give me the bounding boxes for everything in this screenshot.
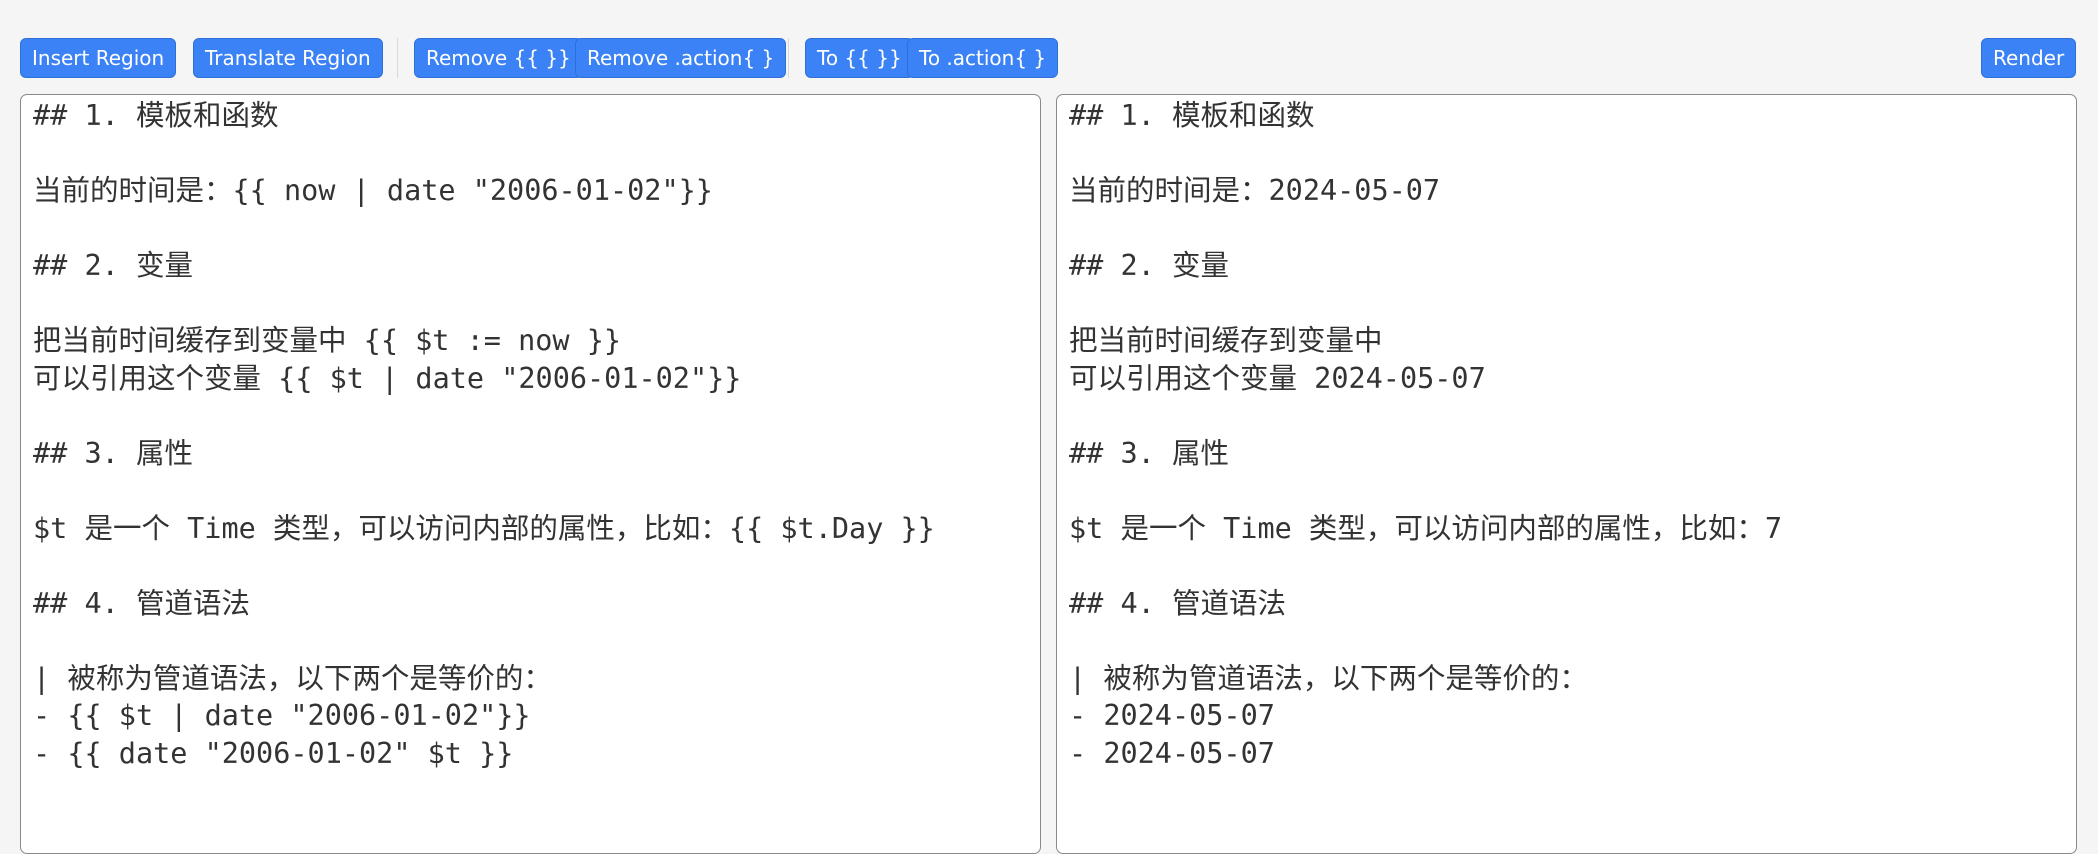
translate-region-button[interactable]: Translate Region xyxy=(193,38,383,78)
toolbar-divider xyxy=(788,38,789,78)
toolbar: Insert Region Translate Region Remove {{… xyxy=(0,0,2098,95)
remove-braces-button[interactable]: Remove {{ }} xyxy=(414,38,583,78)
remove-action-button[interactable]: Remove .action{ } xyxy=(575,38,787,78)
to-action-button[interactable]: To .action{ } xyxy=(907,38,1059,78)
to-braces-button[interactable]: To {{ }} xyxy=(805,38,914,78)
output-editor[interactable]: ## 1. 模板和函数 当前的时间是：2024-05-07 ## 2. 变量 把… xyxy=(1056,94,2077,854)
insert-region-button[interactable]: Insert Region xyxy=(20,38,177,78)
source-editor[interactable]: ## 1. 模板和函数 当前的时间是：{{ now | date "2006-0… xyxy=(20,94,1041,854)
render-button[interactable]: Render xyxy=(1981,38,2077,78)
source-editor-content[interactable]: ## 1. 模板和函数 当前的时间是：{{ now | date "2006-0… xyxy=(33,97,1040,772)
toolbar-divider xyxy=(397,38,398,78)
output-editor-content[interactable]: ## 1. 模板和函数 当前的时间是：2024-05-07 ## 2. 变量 把… xyxy=(1069,97,2076,772)
